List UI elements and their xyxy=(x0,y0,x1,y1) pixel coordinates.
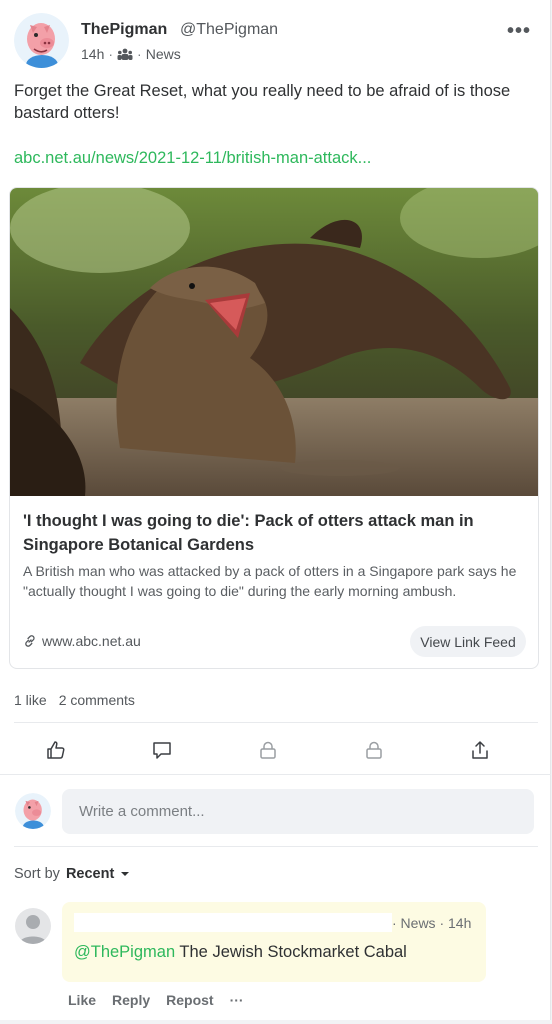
post-time[interactable]: 14h xyxy=(81,46,104,62)
group-name[interactable]: News xyxy=(146,46,181,62)
comment-icon xyxy=(153,742,171,759)
share-button[interactable] xyxy=(468,738,492,762)
lock-icon xyxy=(366,741,382,759)
lock-icon xyxy=(260,741,276,759)
commenter-avatar[interactable] xyxy=(15,908,51,944)
comment-repost-button[interactable]: Repost xyxy=(166,992,213,1008)
like-button[interactable] xyxy=(44,738,68,762)
share-icon xyxy=(472,741,488,759)
link-title[interactable]: 'I thought I was going to die': Pack of … xyxy=(23,509,523,557)
caret-down-icon xyxy=(121,872,130,876)
comment-text: @ThePigman The Jewish Stockmarket Cabal xyxy=(74,943,407,962)
comment-like-button[interactable]: Like xyxy=(68,992,96,1008)
pig-avatar-icon xyxy=(14,13,69,68)
likes-count[interactable]: 1 like xyxy=(14,692,47,708)
post-link[interactable]: abc.net.au/news/2021-12-11/british-man-a… xyxy=(14,149,371,168)
sort-value[interactable]: Recent xyxy=(66,866,114,882)
author-name[interactable]: ThePigman xyxy=(81,21,167,39)
pig-avatar-icon xyxy=(15,793,51,829)
link-preview-card[interactable]: 'I thought I was going to die': Pack of … xyxy=(9,187,539,669)
post-card: ThePigman @ThePigman 14h · · News ••• Fo… xyxy=(0,0,551,1020)
link-icon xyxy=(25,635,35,647)
thumbs-up-icon xyxy=(47,741,65,759)
comment-bubble: · News · 14h @ThePigman The Jewish Stock… xyxy=(62,902,486,982)
comment-mention[interactable]: @ThePigman xyxy=(74,943,175,961)
link-description: A British man who was attacked by a pack… xyxy=(23,563,517,599)
group-icon xyxy=(117,48,133,60)
comment-button[interactable] xyxy=(150,738,174,762)
comment-actions: Like Reply Repost ··· xyxy=(68,992,244,1008)
sort-label: Sort by xyxy=(14,866,60,882)
comment-reply-button[interactable]: Reply xyxy=(112,992,150,1008)
sort-control[interactable]: Sort by Recent xyxy=(14,866,130,882)
author-avatar[interactable] xyxy=(14,13,69,68)
divider xyxy=(0,774,551,775)
comment-body: The Jewish Stockmarket Cabal xyxy=(175,943,407,961)
current-user-avatar[interactable] xyxy=(15,793,51,829)
post-text: Forget the Great Reset, what you really … xyxy=(14,82,511,122)
divider xyxy=(14,846,538,847)
link-domain: www.abc.net.au xyxy=(42,633,141,649)
link-domain-row[interactable]: www.abc.net.au xyxy=(23,633,141,649)
author-handle[interactable]: @ThePigman xyxy=(180,21,278,39)
locked-action-button-2[interactable] xyxy=(362,738,386,762)
view-link-feed-button[interactable]: View Link Feed xyxy=(410,626,526,657)
comment-meta: · News · 14h xyxy=(392,915,472,931)
divider xyxy=(14,722,538,723)
comments-count[interactable]: 2 comments xyxy=(59,692,135,708)
more-options-icon[interactable]: ••• xyxy=(507,20,531,43)
post-meta: 14h · · News xyxy=(81,46,181,62)
default-user-icon xyxy=(15,908,51,944)
comment-more-icon[interactable]: ··· xyxy=(230,992,244,1008)
comment-input[interactable]: Write a comment... xyxy=(62,789,534,834)
post-stats: 1 like 2 comments xyxy=(14,692,135,708)
locked-action-button[interactable] xyxy=(256,738,280,762)
commenter-name-redacted xyxy=(74,913,392,932)
post-header: ThePigman @ThePigman 14h · · News ••• xyxy=(0,0,551,72)
action-bar xyxy=(0,730,551,770)
otter-photo[interactable] xyxy=(10,188,538,496)
